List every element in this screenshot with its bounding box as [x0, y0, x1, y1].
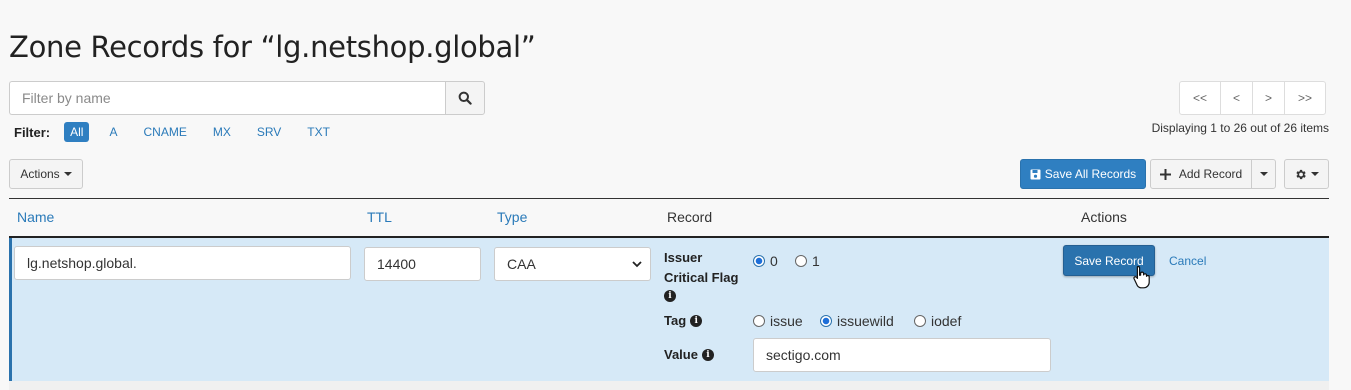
plus-icon [1159, 168, 1171, 180]
tag-label-text: Tag [664, 313, 687, 328]
search-icon [458, 91, 472, 105]
tag-label: Tag i [664, 313, 703, 328]
radio-selected-icon [753, 255, 765, 267]
radio-icon [753, 315, 765, 327]
record-type-value: CAA [507, 256, 536, 272]
last-page-button[interactable]: >> [1284, 81, 1326, 115]
record-name-value: lg.netshop.global. [27, 255, 137, 271]
filter-all[interactable]: All [64, 122, 90, 142]
tag-option-issue[interactable]: issue [753, 313, 803, 329]
actions-dropdown-button[interactable]: Actions [9, 159, 83, 189]
radio-icon [795, 255, 807, 267]
issuer-label-text: Issuer Critical Flag [664, 250, 739, 285]
top-strip [0, 0, 1351, 6]
column-header-record: Record [667, 209, 713, 225]
chevron-down-icon [1311, 172, 1319, 176]
filter-mx[interactable]: MX [207, 123, 237, 141]
next-table-row [9, 381, 1329, 390]
filter-srv[interactable]: SRV [251, 123, 287, 141]
cancel-link[interactable]: Cancel [1169, 254, 1206, 268]
info-icon[interactable]: i [701, 348, 714, 361]
pagination-summary: Displaying 1 to 26 out of 26 items [1151, 121, 1329, 135]
floppy-disk-icon [1030, 169, 1041, 179]
issuer-flag-option-1[interactable]: 1 [795, 253, 820, 269]
add-record-dropdown-toggle[interactable] [1251, 159, 1276, 189]
issuer-flag-option-0[interactable]: 0 [753, 253, 778, 269]
info-icon[interactable]: i [664, 290, 676, 302]
column-header-ttl[interactable]: TTL [367, 209, 392, 225]
record-name-input[interactable]: lg.netshop.global. [14, 246, 351, 280]
record-type-select[interactable]: CAA [494, 247, 651, 281]
add-record-group: Add Record [1150, 159, 1276, 189]
tag-issue-label: issue [770, 313, 803, 329]
value-label: Value i [664, 347, 714, 362]
save-all-label: Save All Records [1044, 167, 1137, 181]
chevron-down-icon [1259, 172, 1268, 176]
actions-label: Actions [20, 167, 60, 181]
radio-icon [914, 315, 926, 327]
search-input[interactable] [9, 81, 445, 115]
first-page-button[interactable]: << [1179, 81, 1221, 115]
add-record-label: Add Record [1178, 167, 1243, 181]
hand-cursor-icon [1133, 265, 1150, 289]
column-header-name[interactable]: Name [17, 209, 54, 225]
filter-bar: Filter: All A CNAME MX SRV TXT [14, 121, 350, 143]
filter-cname[interactable]: CNAME [137, 123, 192, 141]
pagination: << < > >> [1179, 81, 1326, 115]
column-header-actions: Actions [1081, 209, 1127, 225]
chevron-down-icon [632, 260, 642, 267]
column-header-type[interactable]: Type [497, 209, 527, 225]
filter-txt[interactable]: TXT [301, 123, 336, 141]
record-value-text: sectigo.com [766, 347, 841, 363]
tag-issuewild-label: issuewild [837, 313, 894, 329]
tag-iodef-label: iodef [931, 313, 962, 329]
gear-icon [1296, 169, 1306, 179]
radio-selected-icon [820, 315, 832, 327]
search-bar [9, 81, 485, 115]
info-icon[interactable]: i [690, 314, 703, 327]
prev-page-button[interactable]: < [1220, 81, 1253, 115]
issuer-critical-flag-label: Issuer Critical Flag [664, 248, 744, 288]
record-ttl-value: 14400 [377, 256, 416, 272]
issuer-flag-0-label: 0 [770, 253, 778, 269]
record-ttl-input[interactable]: 14400 [364, 247, 481, 281]
add-record-button[interactable]: Add Record [1150, 159, 1252, 189]
record-value-input[interactable]: sectigo.com [753, 338, 1051, 372]
search-button[interactable] [445, 81, 485, 115]
value-label-text: Value [664, 347, 698, 362]
next-page-button[interactable]: > [1252, 81, 1285, 115]
table-top-border [9, 198, 1329, 199]
filter-a[interactable]: A [103, 123, 123, 141]
settings-dropdown-button[interactable] [1284, 159, 1329, 189]
filter-label: Filter: [14, 124, 51, 140]
tag-option-iodef[interactable]: iodef [914, 313, 961, 329]
chevron-down-icon [63, 172, 72, 176]
page-title: Zone Records for “lg.netshop.global” [9, 30, 536, 64]
tag-option-issuewild[interactable]: issuewild [820, 313, 894, 329]
save-all-records-button[interactable]: Save All Records [1020, 159, 1146, 189]
issuer-flag-1-label: 1 [812, 253, 820, 269]
